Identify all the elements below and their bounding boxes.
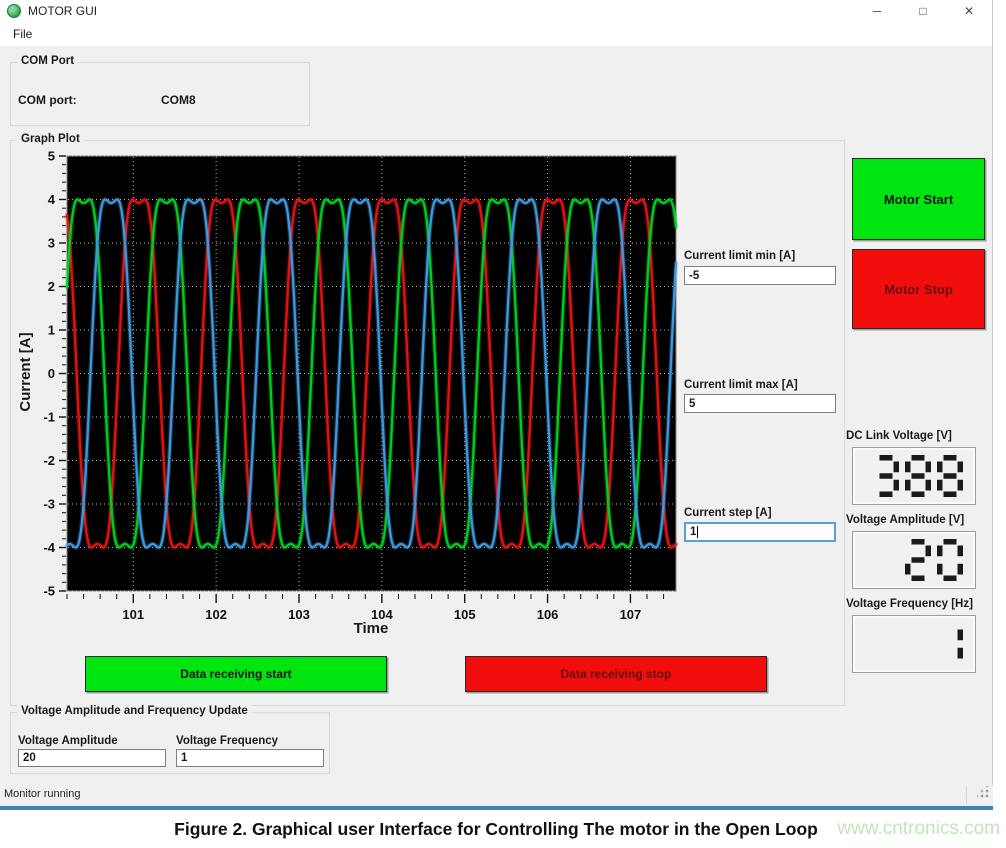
svg-text:101: 101 <box>122 607 144 622</box>
voltage-amplitude-label: Voltage Amplitude <box>18 735 118 747</box>
menu-item-file[interactable]: File <box>9 22 36 46</box>
caption-area: www.cntronics.com Figure 2. Graphical us… <box>0 810 1006 848</box>
maximize-icon[interactable]: □ <box>900 0 946 22</box>
svg-text:1: 1 <box>48 323 55 338</box>
minimize-icon[interactable]: ─ <box>854 0 900 22</box>
svg-text:-4: -4 <box>43 540 55 555</box>
window-title: MOTOR GUI <box>28 4 97 18</box>
voltage-amplitude-value: 20 <box>23 752 36 764</box>
dc-link-voltage-display <box>852 447 976 505</box>
voltage-amplitude-indicator-label: Voltage Amplitude [V] <box>846 514 964 526</box>
com-port-group-label: COM Port <box>17 55 78 67</box>
text-caret <box>697 526 698 538</box>
menu-bar: File <box>0 22 992 46</box>
com-port-group: COM Port COM port: COM8 <box>10 62 310 126</box>
title-bar: MOTOR GUI ─ □ ✕ <box>0 0 992 22</box>
window-controls: ─ □ ✕ <box>854 0 992 22</box>
svg-text:102: 102 <box>205 607 227 622</box>
svg-text:-5: -5 <box>43 584 55 599</box>
current-limit-max-value: 5 <box>689 398 695 410</box>
voltage-amplitude-input[interactable]: 20 <box>18 749 166 767</box>
status-bar: Monitor running <box>0 785 993 806</box>
current-limit-max-input[interactable]: 5 <box>684 394 836 413</box>
resize-grip-icon[interactable] <box>977 786 989 798</box>
current-step-value: 1 <box>690 526 696 538</box>
voltage-update-group-label: Voltage Amplitude and Frequency Update <box>17 705 252 717</box>
com-port-value: COM8 <box>161 93 196 107</box>
svg-text:3: 3 <box>48 236 55 251</box>
svg-text:-3: -3 <box>43 497 55 512</box>
data-receiving-stop-label: Data receiving stop <box>561 667 672 681</box>
voltage-frequency-display <box>852 615 976 673</box>
current-limit-max-label: Current limit max [A] <box>684 379 798 391</box>
motor-start-label: Motor Start <box>884 192 953 207</box>
graph-plot-group-label: Graph Plot <box>17 133 84 145</box>
x-axis-title: Time <box>306 620 436 637</box>
svg-text:-2: -2 <box>43 453 55 468</box>
voltage-update-group: Voltage Amplitude and Frequency Update V… <box>10 712 330 774</box>
svg-text:-1: -1 <box>43 410 55 425</box>
svg-text:5: 5 <box>48 149 55 164</box>
current-waveform-chart: 543210-1-2-3-4-5101102103104105106107 <box>38 148 690 648</box>
voltage-frequency-input[interactable]: 1 <box>176 749 324 767</box>
svg-text:106: 106 <box>537 607 559 622</box>
motor-stop-button[interactable]: Motor Stop <box>852 249 985 329</box>
data-receiving-start-label: Data receiving start <box>180 667 291 681</box>
screenshot-root: MOTOR GUI ─ □ ✕ File COM Port COM port: … <box>0 0 1006 848</box>
current-limit-min-label: Current limit min [A] <box>684 250 795 262</box>
svg-text:2: 2 <box>48 279 55 294</box>
motor-start-button[interactable]: Motor Start <box>852 158 985 240</box>
current-step-input[interactable]: 1 <box>684 522 836 542</box>
status-separator <box>966 787 967 804</box>
voltage-amplitude-display <box>852 531 976 589</box>
data-receiving-start-button[interactable]: Data receiving start <box>85 656 387 692</box>
app-icon <box>7 4 21 18</box>
close-icon[interactable]: ✕ <box>946 0 992 22</box>
app-window: MOTOR GUI ─ □ ✕ File COM Port COM port: … <box>0 0 993 810</box>
status-text: Monitor running <box>4 788 80 800</box>
voltage-frequency-indicator-label: Voltage Frequency [Hz] <box>846 598 973 610</box>
voltage-frequency-label: Voltage Frequency <box>176 735 278 747</box>
voltage-frequency-value: 1 <box>181 752 187 764</box>
svg-text:4: 4 <box>48 192 56 207</box>
data-receiving-stop-button[interactable]: Data receiving stop <box>465 656 767 692</box>
motor-stop-label: Motor Stop <box>884 282 953 297</box>
current-limit-min-value: -5 <box>689 270 699 282</box>
dc-link-voltage-label: DC Link Voltage [V] <box>846 430 952 442</box>
svg-text:105: 105 <box>454 607 476 622</box>
svg-text:0: 0 <box>48 366 55 381</box>
y-axis-title: Current [A] <box>17 297 39 447</box>
svg-text:107: 107 <box>620 607 642 622</box>
current-limit-min-input[interactable]: -5 <box>684 266 836 285</box>
current-step-label: Current step [A] <box>684 507 772 519</box>
com-port-label: COM port: <box>18 93 77 107</box>
figure-caption: Figure 2. Graphical user Interface for C… <box>0 810 992 848</box>
